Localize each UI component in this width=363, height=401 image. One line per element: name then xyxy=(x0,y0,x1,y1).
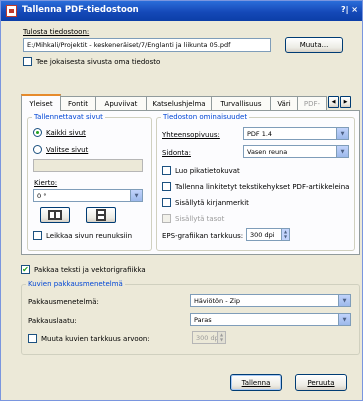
file-properties-group: Tiedoston ominaisuudet Yhteensopivuus: P… xyxy=(156,113,355,251)
rotation-select[interactable]: 0 ° ▼ xyxy=(33,189,143,202)
tab-color[interactable]: Väri xyxy=(270,96,298,110)
image-compression-group: Kuvien pakkausmenetelmä Pakkausmenetelmä… xyxy=(21,280,360,355)
crop-checkbox[interactable] xyxy=(33,231,42,240)
binding-select[interactable]: Vasen reuna ▼ xyxy=(243,145,349,158)
compat-select[interactable]: PDF 1.4 ▼ xyxy=(243,127,349,140)
cancel-button[interactable]: Peruuta xyxy=(295,374,347,391)
image-compression-title: Kuvien pakkausmenetelmä xyxy=(26,280,125,288)
output-path-field[interactable]: E:/Mihkali/Projektit - keskeneräiset/7/E… xyxy=(23,38,271,52)
title-bar[interactable]: Tallenna PDF-tiedostoon ?| × xyxy=(1,1,362,21)
chevron-down-icon: ▼ xyxy=(338,295,350,306)
tab-pdfx[interactable]: PDF- xyxy=(297,96,327,110)
compat-label: Yhteensopivuus: xyxy=(162,131,220,139)
select-pages-radio[interactable] xyxy=(33,145,42,154)
select-pages-label: Valitse sivut xyxy=(46,146,89,154)
tab-fonts[interactable]: Fontit xyxy=(60,96,96,110)
output-label: Tulosta tiedostoon: xyxy=(23,28,90,36)
thumbnails-label: Luo pikatietokuvat xyxy=(175,167,240,175)
save-button[interactable]: Tallenna xyxy=(230,374,282,391)
separate-pages-checkbox[interactable] xyxy=(23,57,32,66)
eps-resolution-label: EPS-grafiikan tarkkuus: xyxy=(162,232,244,240)
compress-text-checkbox[interactable]: ✔ xyxy=(21,265,30,274)
browse-button[interactable]: Muuta... xyxy=(285,37,343,53)
articles-checkbox[interactable] xyxy=(162,182,171,191)
save-button-label: Tallenna xyxy=(241,378,271,387)
rotation-label: Kierto: xyxy=(34,179,58,187)
tab-guides[interactable]: Apuviivat xyxy=(95,96,147,110)
tab-panel-general: Tallennettavat sivut Kaikki sivut Valits… xyxy=(21,110,360,255)
method-select[interactable]: Häviötön - Zip ▼ xyxy=(190,294,351,307)
crop-label: Leikkaa sivun reunuksiin xyxy=(46,232,133,240)
tab-viewer[interactable]: Katselushjelma xyxy=(146,96,212,110)
chevron-down-icon: ▼ xyxy=(338,314,350,325)
method-label: Pakkausmenetelmä: xyxy=(28,298,99,306)
compress-text-label: Pakkaa teksti ja vektorigrafiikka xyxy=(34,266,146,274)
pages-group: Tallennettavat sivut Kaikki sivut Valits… xyxy=(27,113,152,251)
help-close-buttons[interactable]: ?| × xyxy=(341,5,358,14)
save-pdf-dialog: Tallenna PDF-tiedostoon ?| × Tulosta tie… xyxy=(0,0,363,401)
resample-checkbox[interactable] xyxy=(28,334,37,343)
resample-spinner[interactable]: 300 dpi ▲ ▼ xyxy=(192,331,226,344)
spinner-arrows-icon: ▲ ▼ xyxy=(217,332,225,343)
flip-vertical-button[interactable] xyxy=(86,207,116,223)
flip-horizontal-icon xyxy=(48,210,62,220)
eps-resolution-value: 300 dpi xyxy=(250,231,275,239)
separate-pages-label: Tee jokaisesta sivusta oma tiedosto xyxy=(36,58,161,66)
pages-group-title: Tallennettavat sivut xyxy=(32,113,105,121)
eps-resolution-spinner[interactable]: 300 dpi ▲ ▼ xyxy=(246,228,290,241)
chevron-down-icon: ▼ xyxy=(130,190,142,201)
quality-value: Paras xyxy=(194,316,212,324)
chevron-down-icon: ▼ xyxy=(336,128,348,139)
thumbnails-checkbox[interactable] xyxy=(162,166,171,175)
layers-label: Sisällytä tasot xyxy=(175,215,225,223)
file-properties-title: Tiedoston ominaisuudet xyxy=(161,113,250,121)
method-value: Häviötön - Zip xyxy=(194,297,241,305)
compat-value: PDF 1.4 xyxy=(247,130,273,138)
resample-label: Muuta kuvien tarkkuus arvoon: xyxy=(41,335,150,343)
bookmarks-label: Sisällytä kirjanmerkit xyxy=(175,199,249,207)
chevron-down-icon: ▼ xyxy=(336,146,348,157)
quality-label: Pakkauslaatu: xyxy=(28,317,77,325)
all-pages-radio[interactable] xyxy=(33,128,42,137)
flip-horizontal-button[interactable] xyxy=(40,207,70,223)
all-pages-label: Kaikki sivut xyxy=(46,129,86,137)
quality-select[interactable]: Paras ▼ xyxy=(190,313,351,326)
window-title: Tallenna PDF-tiedostoon xyxy=(22,5,139,15)
spinner-arrows-icon: ▲ ▼ xyxy=(281,229,289,240)
cancel-button-label: Peruuta xyxy=(307,378,335,387)
tab-scroll-right-button[interactable]: ▶ xyxy=(340,96,351,108)
tab-security[interactable]: Turvallisuus xyxy=(211,96,271,110)
binding-label: Sidonta: xyxy=(162,149,191,157)
page-range-field[interactable] xyxy=(33,159,143,172)
bookmarks-checkbox[interactable] xyxy=(162,198,171,207)
pdf-app-icon xyxy=(6,5,17,17)
rotation-value: 0 ° xyxy=(37,192,47,200)
tab-general[interactable]: Yleiset xyxy=(21,94,61,111)
flip-vertical-icon xyxy=(96,209,106,221)
binding-value: Vasen reuna xyxy=(247,148,288,156)
layers-checkbox[interactable] xyxy=(162,214,171,223)
articles-label: Tallenna linkitetyt tekstikehykset PDF-a… xyxy=(175,183,350,191)
tab-scroll-left-button[interactable]: ◀ xyxy=(328,96,339,108)
